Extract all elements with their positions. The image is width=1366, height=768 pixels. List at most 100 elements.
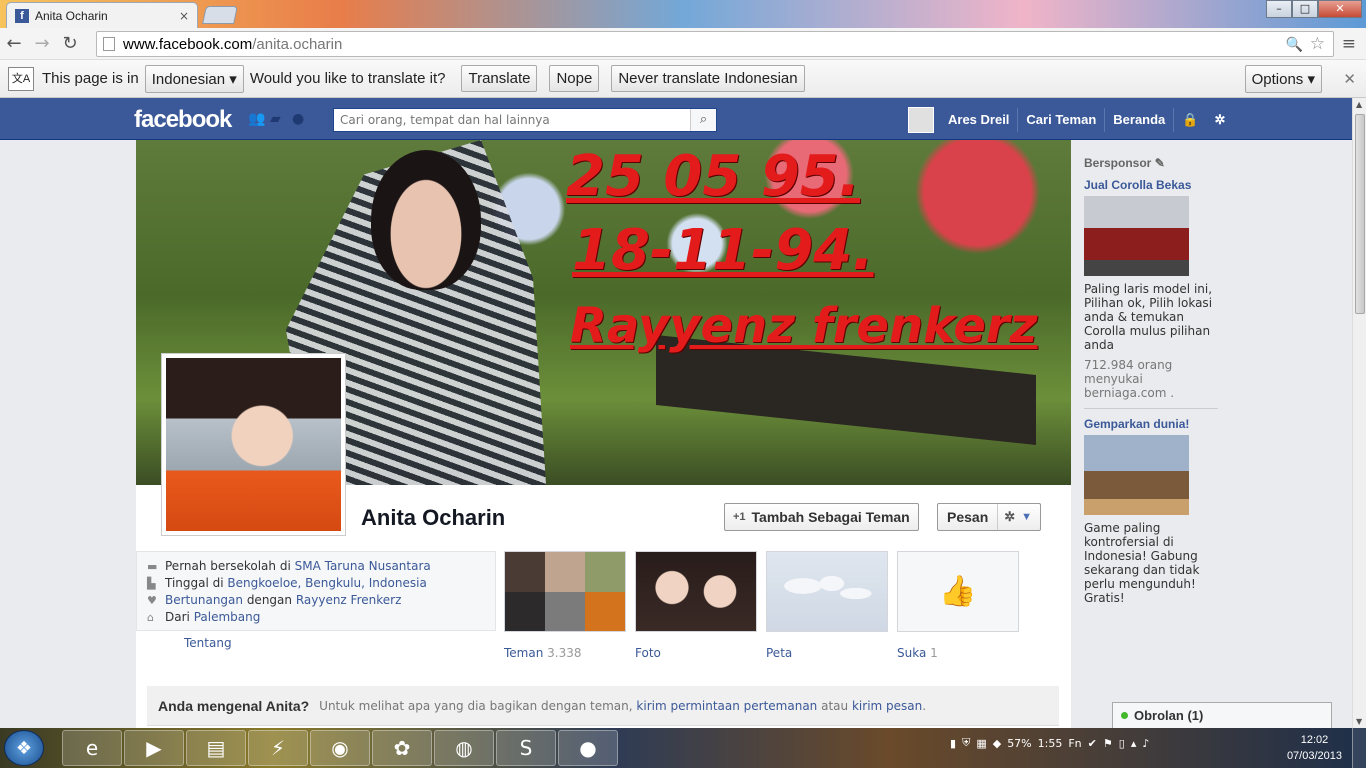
wrench-menu-icon[interactable]: ≡ <box>1342 34 1356 54</box>
volume-icon[interactable]: ♪ <box>1142 737 1149 750</box>
translate-infobar: 文A This page is in Indonesian ▾ Would yo… <box>0 60 1366 98</box>
profile-timeline: 25 05 95. 18-11-94. Rayyenz frenkerz Ani… <box>136 140 1071 728</box>
network-app-icon[interactable]: ▦ <box>976 737 986 750</box>
profile-name[interactable]: Anita Ocharin <box>361 505 505 531</box>
search-icon[interactable]: ⌕ <box>690 109 716 131</box>
orb-app-icon[interactable]: ● <box>558 730 618 766</box>
infobar-close-icon[interactable]: ✕ <box>1343 70 1356 88</box>
chat-label: Obrolan (1) <box>1134 708 1204 723</box>
send-friend-request-link[interactable]: kirim permintaan pertemanan <box>636 699 817 713</box>
minimize-button[interactable]: – <box>1266 0 1292 18</box>
tile-likes-count: 1 <box>930 646 938 660</box>
shield-icon[interactable]: ⛨ <box>962 736 970 750</box>
chrome-icon[interactable]: ◉ <box>310 730 370 766</box>
language-select[interactable]: Indonesian ▾ <box>144 64 244 93</box>
scrollbar-thumb[interactable] <box>1355 114 1365 314</box>
window-close-button[interactable]: ✕ <box>1318 0 1362 18</box>
tray-fn-icon[interactable]: Fn <box>1068 737 1081 750</box>
school-link[interactable]: SMA Taruna Nusantara <box>295 559 431 573</box>
app-s-icon[interactable]: S <box>496 730 556 766</box>
firefox-icon[interactable]: ◍ <box>434 730 494 766</box>
tray-app-icon[interactable]: ◆ <box>993 737 1001 750</box>
security-check-icon[interactable]: ✔ <box>1088 737 1097 750</box>
add-friend-button[interactable]: +1 Tambah Sebagai Teman <box>724 503 919 531</box>
browser-toolbar: ← → ↻ www.facebook.com/anita.ocharin 🔍 ☆… <box>0 28 1366 60</box>
nav-find-friends[interactable]: Cari Teman <box>1018 108 1106 132</box>
bookmark-star-icon[interactable]: ☆ <box>1310 34 1325 54</box>
profile-picture[interactable] <box>161 353 346 536</box>
profile-tiles: Teman 3.338 Foto Peta 👍 Suka 1 <box>504 551 1019 660</box>
about-link[interactable]: Tentang <box>184 636 232 650</box>
ad-title[interactable]: Jual Corolla Bekas <box>1084 178 1218 192</box>
nav-home[interactable]: Beranda <box>1105 108 1175 132</box>
facebook-search-input[interactable]: Cari orang, tempat dan hal lainnya ⌕ <box>333 108 717 132</box>
show-desktop-button[interactable] <box>1352 728 1366 768</box>
send-message-link[interactable]: kirim pesan <box>852 699 922 713</box>
facebook-nav: Ares Dreil Cari Teman Beranda 🔒 ✲ <box>908 107 1233 133</box>
friend-requests-icon[interactable]: 👥 <box>248 112 265 126</box>
ad-title[interactable]: Gemparkan dunia! <box>1084 417 1218 431</box>
relationship-status-link[interactable]: Bertunangan <box>165 593 243 607</box>
maximize-button[interactable]: □ <box>1292 0 1318 18</box>
flag-icon[interactable]: ⚑ <box>1103 737 1113 750</box>
address-bar[interactable]: www.facebook.com/anita.ocharin 🔍 ☆ <box>96 31 1334 57</box>
zoom-icon[interactable]: 🔍 <box>1286 36 1303 53</box>
new-tab-button[interactable] <box>202 6 238 24</box>
settings-gear-icon[interactable]: ✲ <box>1206 112 1233 128</box>
tab-anita-ocharin[interactable]: f Anita Ocharin × <box>6 2 198 28</box>
scroll-down-icon[interactable]: ▼ <box>1356 717 1362 726</box>
know-person-prompt: Anda mengenal Anita? Untuk melihat apa y… <box>147 686 1059 726</box>
profile-options-gear-icon[interactable]: ✲ <box>998 509 1021 525</box>
tile-photos[interactable]: Foto <box>635 551 757 660</box>
info-school: ▬ Pernah bersekolah di SMA Taruna Nusant… <box>147 559 431 573</box>
tab-close-icon[interactable]: × <box>179 9 189 23</box>
forward-arrow-icon[interactable]: → <box>28 33 56 54</box>
picasa-icon[interactable]: ✿ <box>372 730 432 766</box>
profile-info-box: ▬ Pernah bersekolah di SMA Taruna Nusant… <box>136 551 496 631</box>
options-button[interactable]: Options ▾ <box>1244 64 1322 93</box>
start-button-icon[interactable]: ❖ <box>4 730 44 766</box>
battery-icon[interactable]: ▯ <box>1119 737 1125 750</box>
ad-car-image[interactable] <box>1084 196 1189 276</box>
taskbar-clock[interactable]: 12:02 07/03/2013 <box>1287 732 1342 764</box>
heart-icon: ♥ <box>147 594 157 607</box>
chevron-down-icon[interactable]: ▼ <box>1021 511 1040 523</box>
chat-sidebar-toggle[interactable]: Obrolan (1) <box>1112 702 1332 728</box>
file-explorer-icon[interactable]: ▤ <box>186 730 246 766</box>
page-icon <box>103 37 115 51</box>
profile-picture-image <box>166 358 341 531</box>
messages-icon[interactable]: ▰ <box>270 112 286 126</box>
wifi-icon[interactable]: ▴ <box>1131 737 1137 750</box>
ad-game[interactable]: Gemparkan dunia! Game paling kontrofersi… <box>1084 417 1218 613</box>
ad-corolla[interactable]: Jual Corolla Bekas Paling laris model in… <box>1084 178 1218 409</box>
never-translate-button[interactable]: Never translate Indonesian <box>611 65 805 92</box>
usb-icon[interactable]: ▮ <box>950 737 956 750</box>
cover-text-name: Rayyenz frenkerz <box>570 298 1038 354</box>
message-button[interactable]: Pesan <box>938 504 999 530</box>
battery-percent[interactable]: 57% <box>1007 737 1031 750</box>
translate-button[interactable]: Translate <box>461 65 538 92</box>
tile-friends[interactable]: Teman 3.338 <box>504 551 626 660</box>
hometown-link[interactable]: Palembang <box>194 610 261 624</box>
city-link[interactable]: Bengkoeloe, Bengkulu, Indonesia <box>227 576 426 590</box>
add-friend-label: Tambah Sebagai Teman <box>751 509 910 525</box>
back-arrow-icon[interactable]: ← <box>0 33 28 54</box>
nav-user-profile[interactable]: Ares Dreil <box>940 108 1019 132</box>
user-avatar[interactable] <box>908 107 934 133</box>
internet-explorer-icon[interactable]: e <box>62 730 122 766</box>
nope-button[interactable]: Nope <box>549 65 600 92</box>
tile-likes[interactable]: 👍 Suka 1 <box>897 551 1019 660</box>
media-player-icon[interactable]: ▶ <box>124 730 184 766</box>
vertical-scrollbar[interactable]: ▲ ▼ <box>1352 98 1366 728</box>
ad-game-image[interactable] <box>1084 435 1189 515</box>
notifications-globe-icon[interactable]: ● <box>292 112 308 126</box>
system-tray: ▮ ⛨ ▦ ◆ 57% 1:55 Fn ✔ ⚑ ▯ ▴ ♪ <box>950 736 1149 750</box>
tile-map[interactable]: Peta <box>766 551 888 660</box>
winamp-icon[interactable]: ⚡ <box>248 730 308 766</box>
privacy-shortcuts-icon[interactable]: 🔒 <box>1174 112 1206 128</box>
scroll-up-icon[interactable]: ▲ <box>1356 100 1362 109</box>
reload-icon[interactable]: ↻ <box>56 33 84 54</box>
facebook-logo[interactable]: facebook <box>134 106 232 134</box>
partner-link[interactable]: Rayyenz Frenkerz <box>296 593 402 607</box>
sponsored-header: Bersponsor ✎ <box>1084 156 1165 170</box>
